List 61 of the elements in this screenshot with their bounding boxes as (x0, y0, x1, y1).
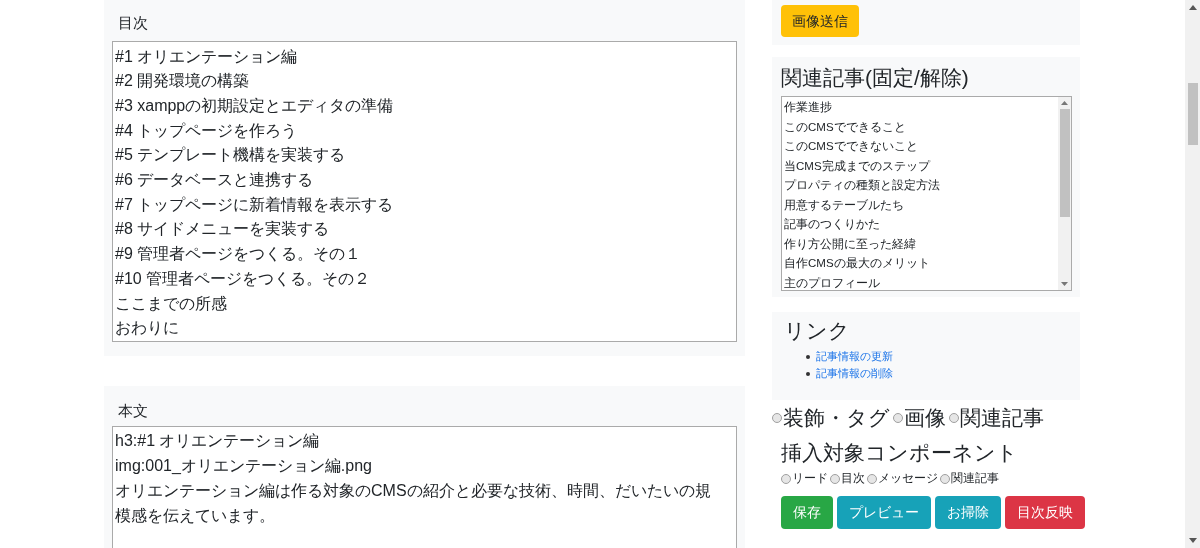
radio-button[interactable] (830, 474, 840, 484)
bullet-icon (806, 371, 810, 376)
radio-button[interactable] (781, 474, 791, 484)
radio-label: 装飾・タグ (783, 405, 890, 432)
body-label: 本文 (118, 400, 149, 421)
radio-label: 関連記事 (960, 405, 1044, 432)
radio-label: 画像 (904, 405, 946, 432)
radio-button[interactable] (949, 413, 959, 423)
scroll-thumb[interactable] (1059, 109, 1070, 217)
list-option[interactable]: 自作CMSの最大のメリット (784, 254, 1058, 274)
related-title: 関連記事(固定/解除) (781, 65, 970, 91)
text-line: オリエンテーション編は作る対象のCMSの紹介と必要な技術、時間、だいたいの規模感を伝えています。 (115, 481, 712, 526)
text-line: #10 管理者ページをつくる。その２ (115, 268, 372, 289)
radio-button[interactable] (893, 413, 903, 423)
list-option[interactable]: 作業進捗 (784, 98, 1058, 118)
text-line: #4 トップページを作ろう (115, 120, 299, 141)
text-line: #8 サイドメニューを実装する (115, 219, 331, 240)
scroll-down-icon[interactable] (1188, 538, 1197, 543)
text-line: おわりに (115, 318, 180, 339)
text-line: #2 開発環境の構築 (115, 71, 251, 92)
radio-label: 関連記事 (951, 471, 999, 487)
scroll-up-icon[interactable] (1188, 5, 1197, 10)
image-send-button[interactable]: 画像送信 (781, 5, 859, 37)
component-title: 挿入対象コンポーネント (780, 440, 1019, 466)
list-option[interactable]: 当CMS完成までのステップ (784, 156, 1058, 176)
scroll-up-icon[interactable] (1061, 101, 1068, 105)
text-line: #6 データベースと連携する (115, 170, 315, 190)
text-line: img:001_オリエンテーション編.png (115, 456, 373, 476)
radio-label: リード (792, 471, 828, 487)
toc-textarea[interactable]: #1 オリエンテーション編 #2 開発環境の構築 #3 xamppの初期設定とエディタの準備 #4 トップページを作ろう #5 テンプレート機構を実装する #6 データベースと連携する #7 トップページに新着情報を表示する #8 サイドメニューを実装する #9 管理者ページをつくる。その１ #10 管理者ページをつくる。その２ ここまでの所感 おわりに (112, 40, 737, 342)
list-option[interactable]: 主のプロフィール (784, 273, 1058, 290)
list-option[interactable]: 作り方公開に至った経緯 (784, 234, 1058, 254)
action-button[interactable]: 目次反映 (1005, 496, 1085, 529)
toc-label: 目次 (118, 13, 149, 33)
list-scrollbar[interactable] (1058, 97, 1071, 290)
related-listbox[interactable]: 作業進捗 このCMSでできること このCMSでできないこと 当CMS完成までのステップ プロパティの種類と設定方法 用意するテーブルたち 記事のつくりかた 作り方公開に至った経緯 自作CMSの最大のメリット 主のプロフィール (781, 96, 1072, 291)
links-title: リンク (784, 318, 851, 344)
link[interactable]: 記事情報の更新 (816, 348, 893, 365)
list-option[interactable]: このCMSでできること (784, 117, 1058, 137)
text-line: #3 xamppの初期設定とエディタの準備 (115, 95, 395, 116)
radio-button[interactable] (867, 474, 877, 484)
bullet-icon (806, 354, 810, 359)
scroll-thumb[interactable] (1187, 83, 1198, 145)
text-line: #7 トップページに新着情報を表示する (115, 194, 395, 215)
text-line: #5 テンプレート機構を実装する (115, 145, 347, 166)
radio-button[interactable] (772, 413, 782, 423)
list-option[interactable]: 記事のつくりかた (784, 215, 1058, 235)
radio-button[interactable] (940, 474, 950, 484)
list-option[interactable]: 用意するテーブルたち (784, 195, 1058, 215)
list-option[interactable]: プロパティの種類と設定方法 (784, 176, 1058, 196)
text-line: ここまでの所感 (115, 293, 228, 314)
text-line: #1 オリエンテーション編 (115, 46, 299, 67)
radio-label: 目次 (841, 471, 865, 487)
body-textarea[interactable]: h3:#1 オリエンテーション編 img:001_オリエンテーション編.png オリエンテーション編は作る対象のCMSの紹介と必要な技術、時間、だいたいの規模感を伝えています。 (112, 426, 737, 548)
radio-label: メッセージ (878, 471, 938, 487)
page-scrollbar[interactable] (1185, 0, 1200, 548)
list-option[interactable]: このCMSでできないこと (784, 137, 1058, 157)
text-line: h3:#1 オリエンテーション編 (115, 431, 321, 451)
link[interactable]: 記事情報の削除 (816, 365, 893, 382)
scroll-down-icon[interactable] (1061, 282, 1068, 286)
text-line: #9 管理者ページをつくる。その１ (115, 244, 363, 265)
